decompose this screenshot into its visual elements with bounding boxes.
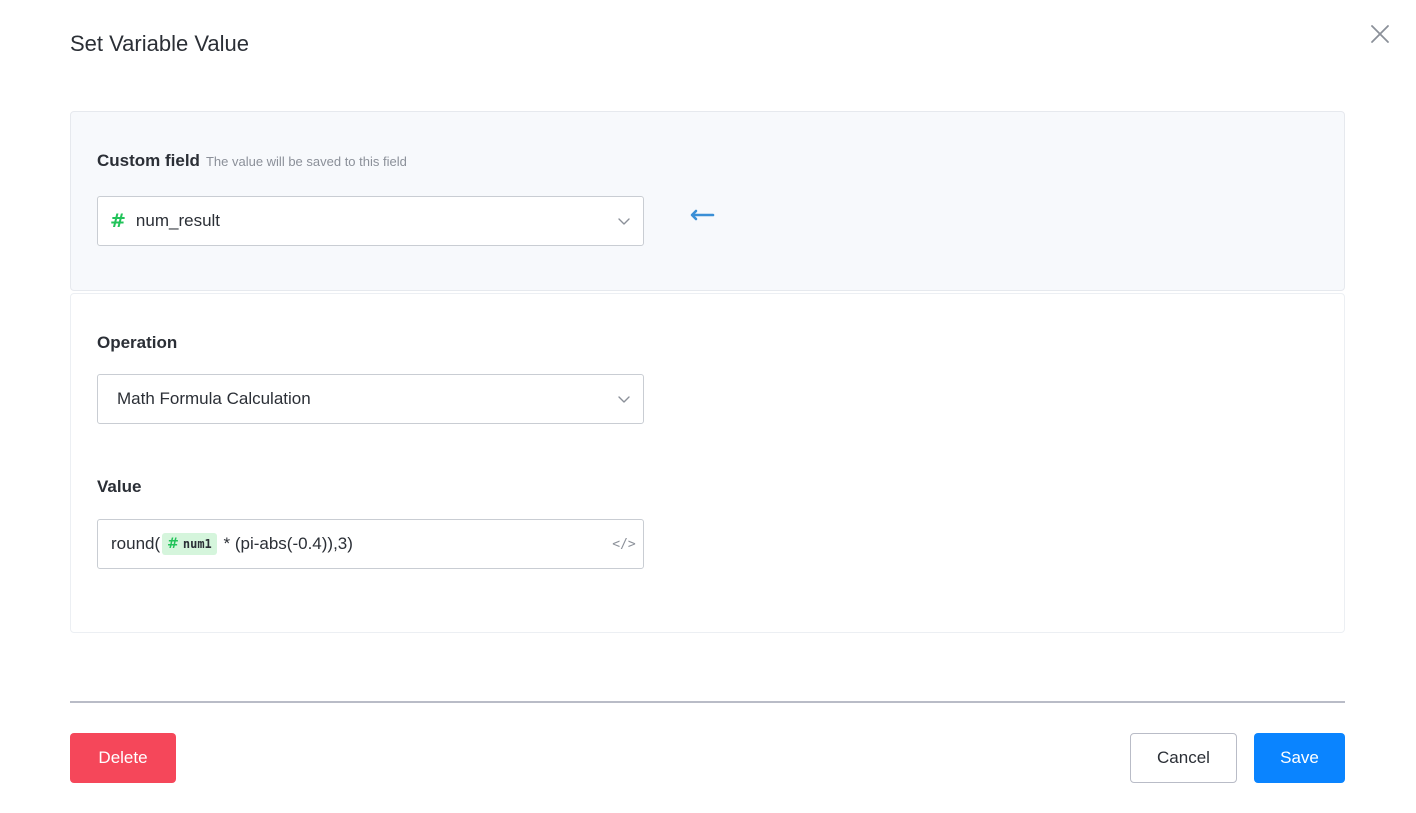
custom-field-value: num_result [135,211,221,230]
chevron-down-icon [617,214,631,228]
formula-expression: round( # num1 * (pi-abs(-0.4)),3) [111,533,613,555]
formula-prefix: round( [111,534,161,553]
chevron-down-icon [617,392,631,406]
operation-section [70,293,1345,633]
save-button[interactable]: Save [1254,733,1345,783]
delete-button[interactable]: Delete [70,733,176,783]
operation-select[interactable]: Math Formula Calculation [97,374,644,424]
custom-field-label-row: Custom field The value will be saved to … [97,151,407,171]
value-label-row: Value [97,477,141,497]
cancel-button[interactable]: Cancel [1130,733,1237,783]
custom-field-select[interactable]: # num_result [97,196,644,246]
value-formula-input[interactable]: round( # num1 * (pi-abs(-0.4)),3) </> [97,519,644,569]
formula-suffix: * (pi-abs(-0.4)),3) [218,534,353,553]
value-label: Value [97,477,142,496]
operation-label-row: Operation [97,333,177,353]
dialog-title: Set Variable Value [70,31,249,56]
custom-field-hint: The value will be saved to this field [205,154,407,169]
variable-chip[interactable]: # num1 [162,533,217,555]
operation-label: Operation [97,333,178,352]
set-variable-dialog: Set Variable Value Custom field The valu… [0,0,1416,813]
custom-field-label: Custom field [97,151,200,170]
operation-value: Math Formula Calculation [117,389,311,408]
code-icon[interactable]: </> [612,533,635,555]
close-button[interactable] [1366,20,1394,48]
hash-icon: # [110,209,126,232]
close-icon [1371,25,1389,43]
assign-arrow-button[interactable] [687,204,717,226]
hash-icon: # [167,536,179,552]
arrow-left-icon [690,209,715,221]
variable-chip-name: num1 [182,537,212,551]
footer-divider [70,701,1345,703]
